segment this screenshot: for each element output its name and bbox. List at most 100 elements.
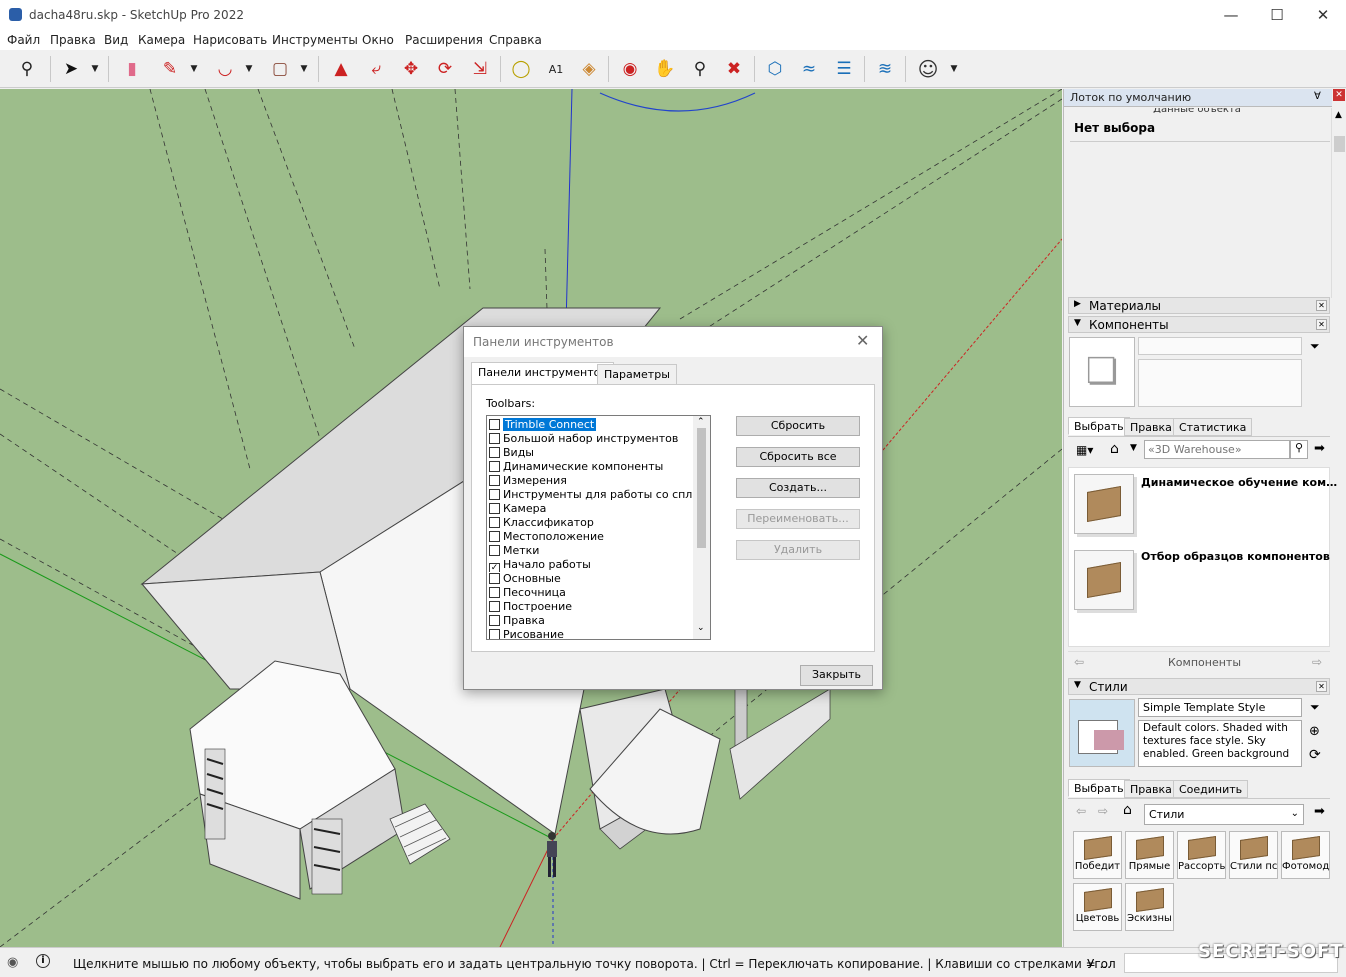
style-thumb[interactable]: Рассорть [1177, 831, 1226, 879]
select-dropdown-icon[interactable]: ▼ [89, 55, 101, 83]
toolbar-list-item[interactable]: Основные [489, 572, 693, 586]
reset-all-button[interactable]: Сбросить все [736, 447, 860, 467]
shape-dropdown-icon[interactable]: ▼ [298, 55, 310, 83]
sync-icon[interactable]: ☰ [830, 55, 858, 83]
layers-icon[interactable]: ≈ [795, 55, 823, 83]
tab-style-edit[interactable]: Правка [1124, 780, 1178, 798]
close-section-icon[interactable]: ✕ [1316, 681, 1327, 692]
materials-section-header[interactable]: ▶ Материалы ✕ [1068, 297, 1330, 314]
tray-scrollbar[interactable]: ▲ [1331, 108, 1346, 298]
toolbar-list-item[interactable]: Песочница [489, 586, 693, 600]
text-icon[interactable]: A1 [542, 55, 570, 83]
toolbars-listbox[interactable]: Trimble Connect Большой набор инструменто… [486, 415, 711, 640]
home-icon[interactable]: ⌂ [1110, 441, 1119, 457]
minimize-button[interactable]: — [1208, 0, 1254, 30]
menu-extensions[interactable]: Расширения [405, 33, 483, 47]
component-name-field[interactable] [1138, 337, 1302, 355]
zoom-extents-icon[interactable]: ⚲ [13, 55, 41, 83]
toolbar-list-item[interactable]: Trimble Connect [489, 418, 693, 432]
close-section-icon[interactable]: ✕ [1316, 300, 1327, 311]
components-section-header[interactable]: ▼ Компоненты ✕ [1068, 316, 1330, 333]
toolbar-list-item[interactable]: Метки [489, 544, 693, 558]
checkbox-icon[interactable] [489, 433, 500, 444]
back-arrow-icon[interactable]: ⇦ [1074, 655, 1084, 669]
folder-icon[interactable] [1074, 474, 1134, 534]
toolbar-list-item[interactable]: Динамические компоненты [489, 460, 693, 474]
toolbar-list-item[interactable]: Рисование [489, 628, 693, 639]
tab-statistics[interactable]: Статистика [1173, 418, 1253, 436]
checkbox-icon[interactable] [489, 615, 500, 626]
style-thumb[interactable]: Фотомод [1281, 831, 1330, 879]
menu-camera[interactable]: Камера [138, 33, 185, 47]
delete-button[interactable]: Удалить [736, 540, 860, 560]
account-dropdown-icon[interactable]: ▼ [948, 55, 960, 83]
dialog-close-icon[interactable]: ✕ [856, 331, 869, 350]
trimble-connect-icon[interactable]: ⬡ [761, 55, 789, 83]
tab-edit[interactable]: Правка [1124, 418, 1178, 436]
push-pull-icon[interactable]: ▲ [327, 55, 355, 83]
tab-style-select[interactable]: Выбрать [1068, 779, 1130, 797]
checkbox-icon[interactable] [489, 489, 500, 500]
pencil-icon[interactable]: ✎ [156, 55, 184, 83]
follow-me-icon[interactable]: ⤶ [362, 55, 390, 83]
select-icon[interactable]: ➤ [57, 55, 85, 83]
toolbar-list-item[interactable]: Построение [489, 600, 693, 614]
component-details-icon[interactable]: ⏷ [1310, 339, 1320, 354]
update-style-icon[interactable]: ⟳ [1309, 747, 1321, 763]
details-arrow-icon[interactable]: ➡ [1314, 441, 1325, 456]
pin-icon[interactable]: ∀ [1314, 91, 1321, 102]
checkbox-icon[interactable] [489, 503, 500, 514]
arc-icon[interactable]: ◡ [211, 55, 239, 83]
arc-dropdown-icon[interactable]: ▼ [243, 55, 255, 83]
tab-options[interactable]: Параметры [597, 364, 677, 385]
style-description-field[interactable]: Default colors. Shaded with textures fac… [1138, 720, 1302, 767]
style-name-field[interactable]: Simple Template Style [1138, 698, 1302, 717]
rotate-icon[interactable]: ⟳ [431, 55, 459, 83]
eraser-icon[interactable]: ▮ [118, 55, 146, 83]
zoom-window-icon[interactable]: ✖ [720, 55, 748, 83]
scroll-down-icon[interactable]: ⌄ [697, 623, 705, 633]
rename-button[interactable]: Переименовать... [736, 509, 860, 529]
style-thumb[interactable]: Эскизны [1125, 883, 1174, 931]
maximize-button[interactable]: ☐ [1254, 0, 1300, 30]
orbit-icon[interactable]: ◉ [616, 55, 644, 83]
back-arrow-icon[interactable]: ⇦ [1076, 804, 1086, 818]
styles-section-header[interactable]: ▼ Стили ✕ [1068, 678, 1330, 695]
home-icon[interactable]: ⌂ [1123, 802, 1132, 818]
pan-icon[interactable]: ✋ [651, 55, 679, 83]
toolbar-list-item[interactable]: ✓ Начало работы [489, 558, 693, 572]
paint-bucket-icon[interactable]: ◈ [575, 55, 603, 83]
component-description-field[interactable] [1138, 359, 1302, 407]
tape-measure-icon[interactable]: ◯ [507, 55, 535, 83]
toolbar-list-item[interactable]: Местоположение [489, 530, 693, 544]
style-thumb[interactable]: Стили пс [1229, 831, 1278, 879]
menu-file[interactable]: Файл [7, 33, 40, 47]
scroll-up-icon[interactable]: ▲ [1335, 110, 1342, 120]
checkbox-icon[interactable] [489, 461, 500, 472]
line-dropdown-icon[interactable]: ▼ [188, 55, 200, 83]
account-icon[interactable]: ☺ [914, 55, 942, 83]
checkbox-icon[interactable] [489, 475, 500, 486]
toolbar-list-item[interactable]: Правка [489, 614, 693, 628]
component-search-input[interactable] [1144, 440, 1290, 459]
move-icon[interactable]: ✥ [397, 55, 425, 83]
entity-info-header[interactable]: Данные объекта [1064, 108, 1330, 113]
scroll-thumb[interactable] [697, 428, 706, 548]
style-thumb[interactable]: Победит [1073, 831, 1122, 879]
rectangle-icon[interactable]: ▢ [266, 55, 294, 83]
forward-arrow-icon[interactable]: ⇨ [1312, 655, 1322, 669]
style-thumb[interactable]: Прямые [1125, 831, 1174, 879]
checkbox-icon[interactable] [489, 517, 500, 528]
checkbox-icon[interactable] [489, 419, 500, 430]
close-button[interactable]: ✕ [1300, 0, 1346, 30]
component-item-dynamic-learning[interactable]: Динамическое обучение ком… [1141, 476, 1337, 489]
scroll-up-icon[interactable]: ⌃ [697, 417, 705, 427]
component-item-samples[interactable]: Отбор образцов компонентов [1141, 550, 1330, 563]
forward-arrow-icon[interactable]: ⇨ [1098, 804, 1108, 818]
style-collection-dropdown[interactable]: Стили ⌄ [1144, 804, 1304, 825]
checkbox-icon[interactable] [489, 573, 500, 584]
checkbox-checked-icon[interactable]: ✓ [489, 563, 500, 572]
menu-window[interactable]: Окно [362, 33, 394, 47]
geo-location-icon[interactable]: ◉ [7, 955, 18, 970]
style-details-icon[interactable]: ⏷ [1310, 700, 1320, 715]
